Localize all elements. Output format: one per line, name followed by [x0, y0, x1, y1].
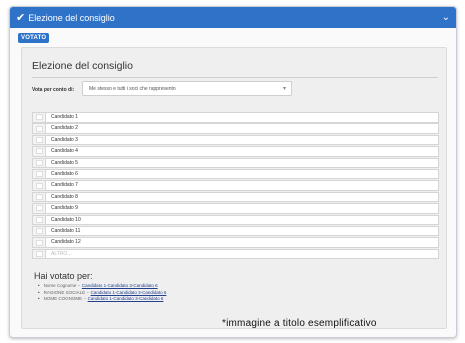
candidate-label: Candidato 10: [51, 216, 81, 223]
candidate-checkbox[interactable]: [33, 158, 46, 168]
chevron-down-icon[interactable]: ⌄: [442, 12, 450, 23]
candidate-label: Candidato 6: [51, 170, 78, 177]
panel-title: Elezione del consiglio: [28, 12, 115, 23]
example-caption: *immagine a titolo esemplificativo: [222, 318, 377, 329]
candidate-label: Candidato 12: [51, 239, 81, 246]
bullet: •: [38, 296, 40, 301]
candidate-label: Candidato 4: [51, 148, 78, 155]
candidate-checkbox[interactable]: [33, 192, 46, 202]
candidate-row[interactable]: Candidato 6: [32, 168, 439, 180]
candidate-row[interactable]: Candidato 10: [32, 214, 439, 226]
bullet: •: [38, 283, 40, 288]
divider: [32, 77, 438, 78]
candidate-label: Candidato 7: [51, 182, 78, 189]
voter-name: Nome Cognome: [43, 283, 77, 288]
check-icon: ✔: [16, 11, 26, 24]
candidate-row[interactable]: Candidato 5: [32, 157, 439, 169]
candidate-row[interactable]: Candidato 12: [32, 237, 439, 248]
card-title: Elezione del consiglio: [32, 60, 133, 72]
candidate-label: Candidato 8: [51, 193, 78, 200]
candidate-checkbox[interactable]: [33, 124, 46, 133]
vote-on-behalf-select[interactable]: Me stesso e tutti i soci che rappresento…: [82, 81, 292, 96]
candidate-checkbox[interactable]: [33, 181, 46, 190]
vote-on-behalf-label: Vota per conto di:: [32, 87, 75, 93]
voted-summary-title: Hai votato per:: [34, 271, 93, 281]
election-card: Elezione del consiglio Vota per conto di…: [21, 47, 447, 329]
chevron-down-icon: ▾: [282, 86, 286, 92]
candidate-label: Candidato 11: [51, 227, 81, 234]
candidate-row[interactable]: Candidato 2: [32, 123, 439, 134]
candidate-checkbox[interactable]: [33, 135, 46, 145]
vote-on-behalf-value: Me stesso e tutti i soci che rappresento: [89, 86, 176, 92]
voted-entry: • NOME COGNOME - Candidato 1-Candidato 3-Ca…: [38, 296, 166, 301]
voted-badge: VOTATO: [18, 33, 50, 43]
voted-choices-link[interactable]: Candidato 1-Candidato 3-Candidato 6: [82, 283, 158, 288]
separator: -: [78, 283, 80, 288]
candidate-label: Candidato 9: [51, 205, 78, 212]
candidate-checkbox[interactable]: [33, 113, 46, 122]
candidate-label: Candidato 1: [51, 114, 78, 120]
candidate-row[interactable]: Candidato 4: [32, 146, 439, 157]
other-candidate-checkbox[interactable]: [33, 249, 46, 259]
voted-choices-link[interactable]: Candidato 1-Candidato 3-Candidato 6: [88, 296, 164, 301]
panel-header[interactable]: ✔ Elezione del consiglio ⌄: [10, 7, 456, 28]
candidate-label: Candidato 3: [51, 136, 78, 143]
candidate-label: Candidato 2: [51, 125, 78, 132]
candidate-checkbox[interactable]: [33, 238, 46, 247]
voted-entry: • RAGIONE SOCIALE - Candidato 1-Candidato 3…: [38, 290, 166, 295]
election-panel: ✔ Elezione del consiglio ⌄ VOTATO Elezio…: [9, 6, 457, 338]
candidate-checkbox[interactable]: [33, 226, 46, 236]
candidate-row[interactable]: Candidato 8: [32, 191, 439, 203]
other-candidate-row[interactable]: ALTRO...: [32, 248, 439, 260]
candidate-row[interactable]: Candidato 7: [32, 180, 439, 191]
separator: -: [87, 289, 89, 295]
candidate-checkbox[interactable]: [33, 147, 46, 156]
candidate-row[interactable]: Candidato 9: [32, 203, 439, 214]
bullet: •: [38, 289, 40, 295]
candidate-checkbox[interactable]: [33, 215, 46, 225]
other-candidate-input[interactable]: ALTRO...: [46, 250, 71, 259]
voted-summary-list: • Nome Cognome - Candidato 1-Candidato 3-Ca…: [38, 283, 166, 303]
candidate-row[interactable]: Candidato 1: [32, 112, 439, 123]
voted-choices-link[interactable]: Candidato 1-Candidato 3-Candidato 6: [91, 290, 167, 295]
candidate-checkbox[interactable]: [33, 204, 46, 213]
voter-name: NOME COGNOME: [43, 296, 83, 301]
candidate-row[interactable]: Candidato 11: [32, 225, 439, 237]
candidate-row[interactable]: Candidato 3: [32, 134, 439, 146]
separator: -: [84, 296, 86, 301]
voted-entry: • Nome Cognome - Candidato 1-Candidato 3-Ca…: [38, 283, 166, 288]
candidate-checkbox[interactable]: [33, 169, 46, 179]
candidate-label: Candidato 5: [51, 159, 78, 166]
candidate-list: Candidato 1 Candidato 2 Candidato 3 Candida…: [32, 112, 439, 260]
voter-name: RAGIONE SOCIALE: [43, 289, 86, 295]
